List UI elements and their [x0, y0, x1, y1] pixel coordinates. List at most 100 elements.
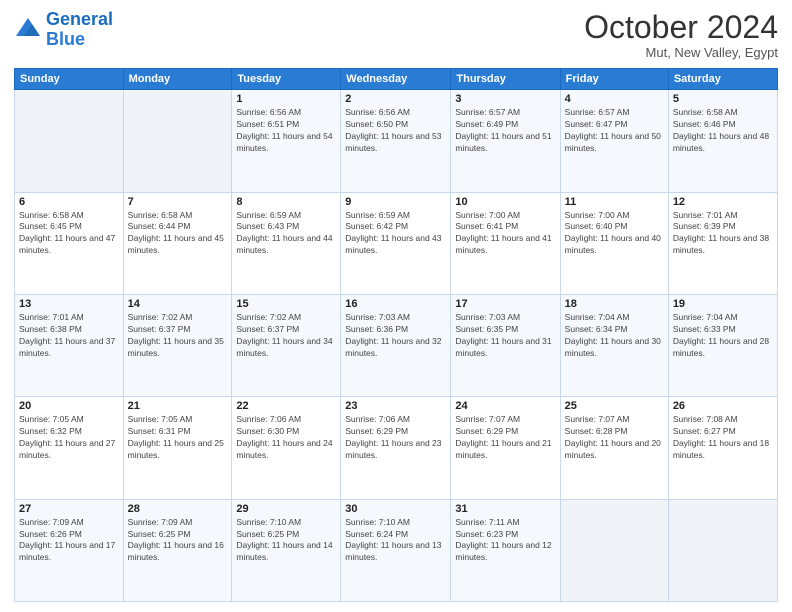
daylight-text: Daylight: 11 hours and 50 minutes.: [565, 131, 664, 155]
calendar-table: Sunday Monday Tuesday Wednesday Thursday…: [14, 68, 778, 602]
table-row: 24 Sunrise: 7:07 AM Sunset: 6:29 PM Dayl…: [451, 397, 560, 499]
daylight-text: Daylight: 11 hours and 21 minutes.: [455, 438, 555, 462]
daylight-text: Daylight: 11 hours and 14 minutes.: [236, 540, 336, 564]
table-row: 31 Sunrise: 7:11 AM Sunset: 6:23 PM Dayl…: [451, 499, 560, 601]
daylight-text: Daylight: 11 hours and 48 minutes.: [673, 131, 773, 155]
day-info: Sunrise: 7:07 AM Sunset: 6:28 PM Dayligh…: [565, 414, 664, 462]
daylight-text: Daylight: 11 hours and 44 minutes.: [236, 233, 336, 257]
table-row: [123, 90, 232, 192]
day-number: 28: [128, 503, 228, 515]
table-row: 29 Sunrise: 7:10 AM Sunset: 6:25 PM Dayl…: [232, 499, 341, 601]
day-info: Sunrise: 7:03 AM Sunset: 6:35 PM Dayligh…: [455, 312, 555, 360]
daylight-text: Daylight: 11 hours and 34 minutes.: [236, 336, 336, 360]
sunrise-text: Sunrise: 7:08 AM: [673, 414, 773, 426]
day-info: Sunrise: 7:05 AM Sunset: 6:31 PM Dayligh…: [128, 414, 228, 462]
sunset-text: Sunset: 6:38 PM: [19, 324, 119, 336]
table-row: 28 Sunrise: 7:09 AM Sunset: 6:25 PM Dayl…: [123, 499, 232, 601]
sunrise-text: Sunrise: 7:10 AM: [236, 517, 336, 529]
sunrise-text: Sunrise: 6:57 AM: [455, 107, 555, 119]
sunset-text: Sunset: 6:40 PM: [565, 221, 664, 233]
sunset-text: Sunset: 6:39 PM: [673, 221, 773, 233]
table-row: [15, 90, 124, 192]
day-number: 12: [673, 196, 773, 208]
col-monday: Monday: [123, 69, 232, 90]
header: General Blue October 2024 Mut, New Valle…: [14, 10, 778, 60]
col-wednesday: Wednesday: [341, 69, 451, 90]
sunrise-text: Sunrise: 7:03 AM: [455, 312, 555, 324]
day-number: 31: [455, 503, 555, 515]
day-info: Sunrise: 6:56 AM Sunset: 6:51 PM Dayligh…: [236, 107, 336, 155]
day-info: Sunrise: 7:10 AM Sunset: 6:24 PM Dayligh…: [345, 517, 446, 565]
day-info: Sunrise: 6:59 AM Sunset: 6:42 PM Dayligh…: [345, 210, 446, 258]
sunrise-text: Sunrise: 7:01 AM: [673, 210, 773, 222]
sunset-text: Sunset: 6:46 PM: [673, 119, 773, 131]
title-block: October 2024 Mut, New Valley, Egypt: [584, 10, 778, 60]
sunset-text: Sunset: 6:31 PM: [128, 426, 228, 438]
sunset-text: Sunset: 6:29 PM: [455, 426, 555, 438]
daylight-text: Daylight: 11 hours and 38 minutes.: [673, 233, 773, 257]
sunset-text: Sunset: 6:36 PM: [345, 324, 446, 336]
table-row: 27 Sunrise: 7:09 AM Sunset: 6:26 PM Dayl…: [15, 499, 124, 601]
daylight-text: Daylight: 11 hours and 13 minutes.: [345, 540, 446, 564]
sunrise-text: Sunrise: 7:11 AM: [455, 517, 555, 529]
daylight-text: Daylight: 11 hours and 24 minutes.: [236, 438, 336, 462]
day-info: Sunrise: 6:56 AM Sunset: 6:50 PM Dayligh…: [345, 107, 446, 155]
table-row: 20 Sunrise: 7:05 AM Sunset: 6:32 PM Dayl…: [15, 397, 124, 499]
table-row: 3 Sunrise: 6:57 AM Sunset: 6:49 PM Dayli…: [451, 90, 560, 192]
page: General Blue October 2024 Mut, New Valle…: [0, 0, 792, 612]
table-row: 26 Sunrise: 7:08 AM Sunset: 6:27 PM Dayl…: [668, 397, 777, 499]
day-info: Sunrise: 7:02 AM Sunset: 6:37 PM Dayligh…: [236, 312, 336, 360]
calendar-title: October 2024: [584, 10, 778, 45]
table-row: 6 Sunrise: 6:58 AM Sunset: 6:45 PM Dayli…: [15, 192, 124, 294]
calendar-week-row: 27 Sunrise: 7:09 AM Sunset: 6:26 PM Dayl…: [15, 499, 778, 601]
day-info: Sunrise: 6:57 AM Sunset: 6:47 PM Dayligh…: [565, 107, 664, 155]
sunrise-text: Sunrise: 7:10 AM: [345, 517, 446, 529]
day-number: 20: [19, 400, 119, 412]
daylight-text: Daylight: 11 hours and 20 minutes.: [565, 438, 664, 462]
day-number: 21: [128, 400, 228, 412]
daylight-text: Daylight: 11 hours and 40 minutes.: [565, 233, 664, 257]
day-number: 24: [455, 400, 555, 412]
daylight-text: Daylight: 11 hours and 53 minutes.: [345, 131, 446, 155]
day-info: Sunrise: 7:01 AM Sunset: 6:38 PM Dayligh…: [19, 312, 119, 360]
daylight-text: Daylight: 11 hours and 43 minutes.: [345, 233, 446, 257]
logo-text: General Blue: [46, 10, 113, 50]
day-number: 18: [565, 298, 664, 310]
table-row: 14 Sunrise: 7:02 AM Sunset: 6:37 PM Dayl…: [123, 294, 232, 396]
daylight-text: Daylight: 11 hours and 51 minutes.: [455, 131, 555, 155]
sunset-text: Sunset: 6:34 PM: [565, 324, 664, 336]
day-number: 5: [673, 93, 773, 105]
table-row: 13 Sunrise: 7:01 AM Sunset: 6:38 PM Dayl…: [15, 294, 124, 396]
day-info: Sunrise: 6:57 AM Sunset: 6:49 PM Dayligh…: [455, 107, 555, 155]
table-row: 10 Sunrise: 7:00 AM Sunset: 6:41 PM Dayl…: [451, 192, 560, 294]
sunset-text: Sunset: 6:25 PM: [128, 529, 228, 541]
sunrise-text: Sunrise: 7:07 AM: [565, 414, 664, 426]
day-info: Sunrise: 7:09 AM Sunset: 6:25 PM Dayligh…: [128, 517, 228, 565]
sunrise-text: Sunrise: 7:04 AM: [673, 312, 773, 324]
sunrise-text: Sunrise: 6:59 AM: [345, 210, 446, 222]
col-friday: Friday: [560, 69, 668, 90]
sunset-text: Sunset: 6:41 PM: [455, 221, 555, 233]
sunset-text: Sunset: 6:30 PM: [236, 426, 336, 438]
day-info: Sunrise: 7:10 AM Sunset: 6:25 PM Dayligh…: [236, 517, 336, 565]
calendar-header-row: Sunday Monday Tuesday Wednesday Thursday…: [15, 69, 778, 90]
sunrise-text: Sunrise: 7:09 AM: [19, 517, 119, 529]
table-row: 25 Sunrise: 7:07 AM Sunset: 6:28 PM Dayl…: [560, 397, 668, 499]
logo-blue: Blue: [46, 30, 113, 50]
sunrise-text: Sunrise: 6:58 AM: [673, 107, 773, 119]
table-row: 5 Sunrise: 6:58 AM Sunset: 6:46 PM Dayli…: [668, 90, 777, 192]
table-row: 16 Sunrise: 7:03 AM Sunset: 6:36 PM Dayl…: [341, 294, 451, 396]
sunset-text: Sunset: 6:44 PM: [128, 221, 228, 233]
day-info: Sunrise: 7:11 AM Sunset: 6:23 PM Dayligh…: [455, 517, 555, 565]
table-row: 2 Sunrise: 6:56 AM Sunset: 6:50 PM Dayli…: [341, 90, 451, 192]
logo-general: General: [46, 9, 113, 29]
logo: General Blue: [14, 10, 113, 50]
day-info: Sunrise: 7:06 AM Sunset: 6:30 PM Dayligh…: [236, 414, 336, 462]
sunset-text: Sunset: 6:51 PM: [236, 119, 336, 131]
day-number: 11: [565, 196, 664, 208]
day-info: Sunrise: 6:59 AM Sunset: 6:43 PM Dayligh…: [236, 210, 336, 258]
day-info: Sunrise: 7:09 AM Sunset: 6:26 PM Dayligh…: [19, 517, 119, 565]
table-row: 23 Sunrise: 7:06 AM Sunset: 6:29 PM Dayl…: [341, 397, 451, 499]
day-number: 26: [673, 400, 773, 412]
day-number: 25: [565, 400, 664, 412]
